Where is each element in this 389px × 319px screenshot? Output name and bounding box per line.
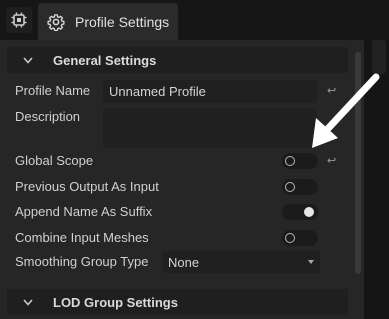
annotation-arrow bbox=[312, 73, 380, 148]
